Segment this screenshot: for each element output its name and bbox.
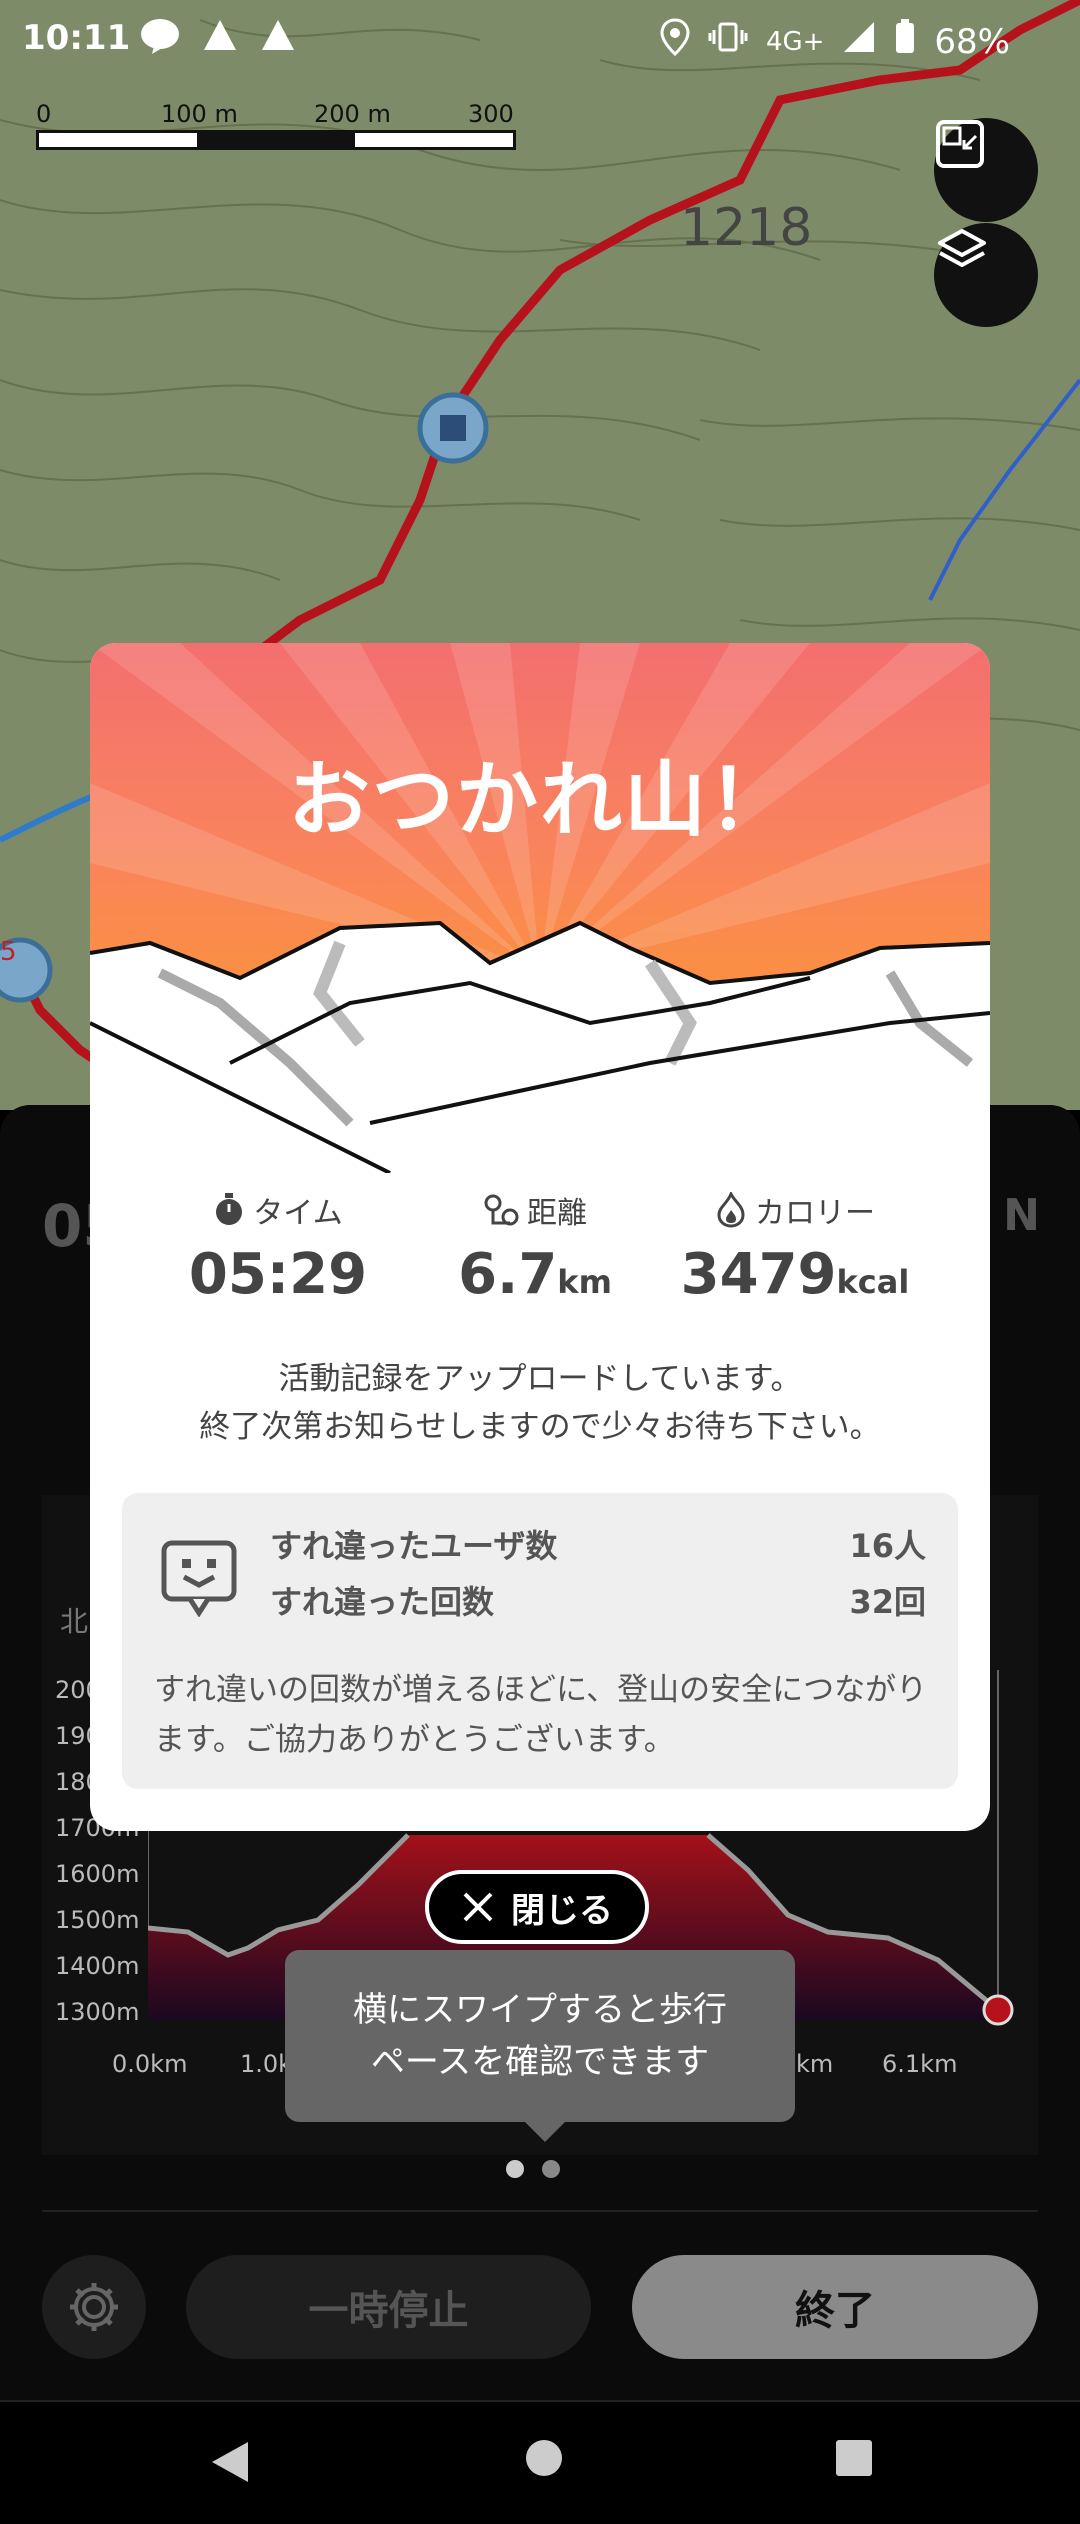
settings-button[interactable] [42,2255,146,2359]
encounter-summary: すれ違ったユーザ数 16人 すれ違った回数 32回 すれ違いの回数が増えるほどに… [122,1493,958,1789]
activity-stats: タイム 05:29 距離 6.7km カロリー 3479kcal [90,1188,990,1338]
network-type: 4G+ [765,26,825,57]
close-icon [463,1892,493,1922]
battery-level: 68% [934,21,1010,62]
page-dot [542,2160,560,2178]
encounter-note: すれ違いの回数が増えるほどに、登山の安全につながります。ご協力ありがとうございま… [154,1672,928,1758]
end-button[interactable]: 終了 [632,2255,1038,2359]
mountain-illustration [90,920,990,1173]
warning-icon [202,18,238,63]
encounter-users-label: すれ違ったユーザ数 [270,1527,558,1565]
upload-message: 活動記録をアップロードしています。 終了次第お知らせしますので少々お待ち下さい。 [199,1361,881,1445]
gear-icon [70,2283,118,2331]
contour-label: 1218 [680,198,812,258]
divider [42,2210,1038,2212]
stat-time: タイム 05:29 [178,1188,378,1307]
signal-icon [842,20,876,63]
fit-route-button[interactable] [934,118,1038,222]
hero-banner: おつかれ山！ [90,643,990,1173]
map-scale-bar: 0 100 m 200 m 300 m [36,100,516,156]
flame-icon [717,1192,745,1228]
encounter-count-value: 32回 [849,1583,926,1621]
stat-calorie: カロリー 3479kcal [660,1188,930,1307]
encounter-face-icon [161,1540,237,1617]
stopwatch-icon [216,1193,243,1225]
page-indicator[interactable] [506,2160,560,2178]
swipe-hint-tooltip: 横にスワイプすると歩行 ペースを確認できます [285,1950,795,2142]
vibrate-icon [708,20,748,63]
fit-bounds-icon [936,120,984,168]
svg-text:5: 5 [0,937,17,967]
layers-icon [938,229,986,267]
page-dot-active [506,2160,524,2178]
close-modal-button[interactable]: 閉じる [425,1870,649,1944]
completion-dialog: おつかれ山！ タイム 05:29 距離 6.7km カロリー 3479kcal … [90,643,990,1831]
current-position-marker [982,1994,1014,2026]
pause-button[interactable]: 一時停止 [186,2255,591,2359]
stat-distance: 距離 6.7km [430,1188,640,1307]
recents-icon[interactable] [834,2438,874,2478]
location-icon [660,18,690,65]
status-time: 10:11 [22,18,131,58]
encounter-count-label: すれ違った回数 [270,1583,495,1621]
system-nav-bar [0,2400,1080,2524]
elevation-heading: 北 [60,1605,89,1638]
map-layers-button[interactable] [934,223,1038,327]
back-icon[interactable] [208,2438,252,2486]
encounter-users-value: 16人 [849,1527,926,1565]
status-bar: 10:11 4G+ 68% [0,0,1080,80]
compass-indicator[interactable]: N [1003,1190,1040,1241]
line-notification-icon [140,18,180,63]
battery-icon [894,19,916,64]
route-pin-icon [484,1194,519,1226]
warning-icon [260,18,296,63]
home-icon[interactable] [524,2438,564,2478]
